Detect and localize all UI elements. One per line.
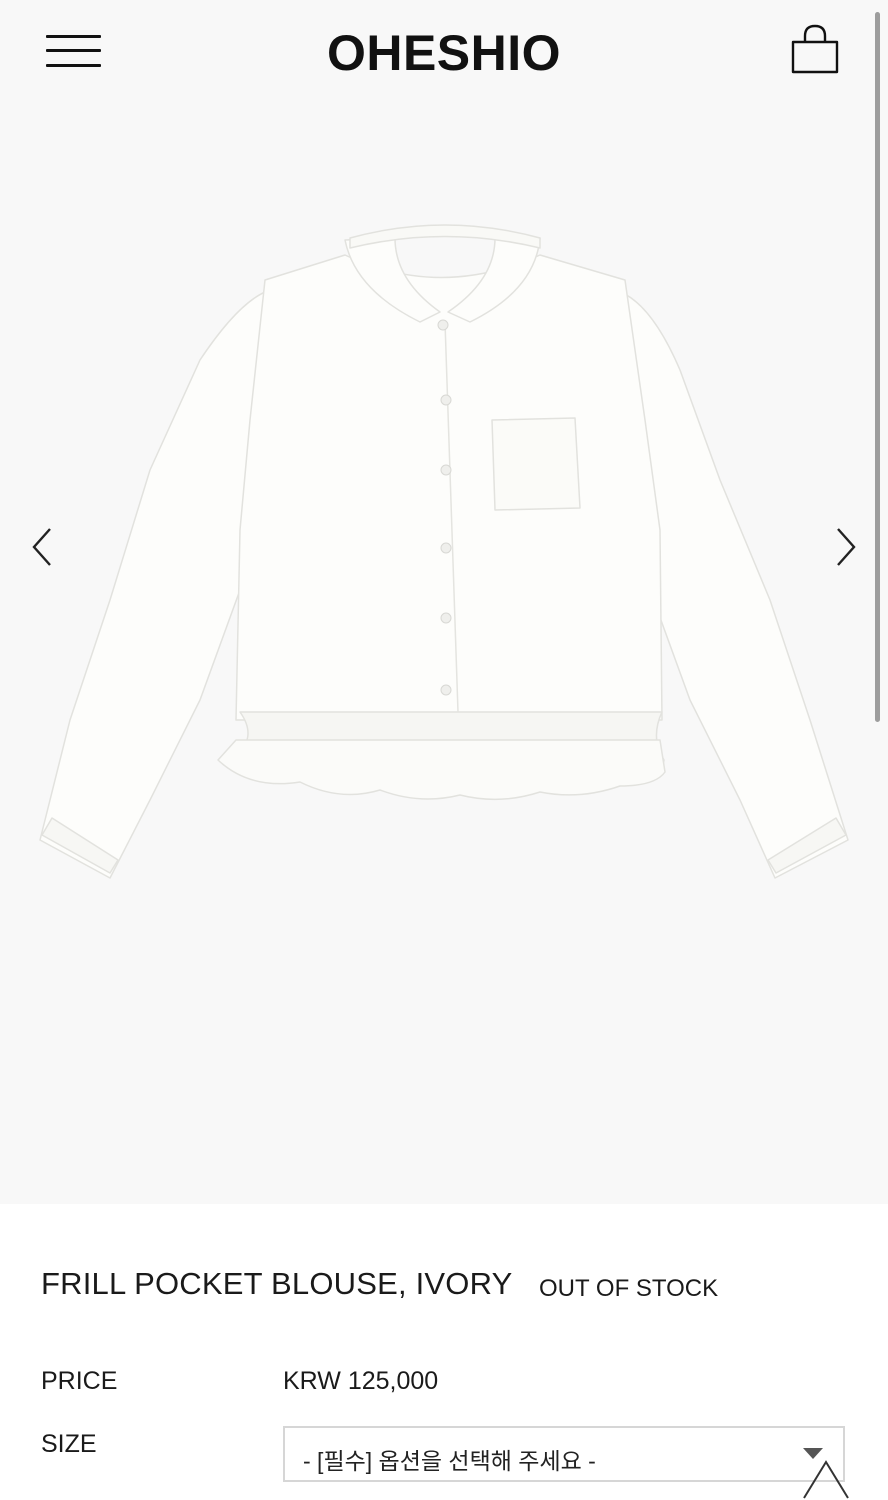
size-select[interactable]: - [필수] 옵션을 선택해 주세요 - bbox=[283, 1426, 845, 1482]
brand-logo[interactable]: OHESHIO bbox=[0, 24, 888, 82]
chevron-right-icon[interactable] bbox=[832, 522, 860, 572]
stock-status-badge: OUT OF STOCK bbox=[539, 1275, 719, 1302]
price-value: KRW 125,000 bbox=[283, 1367, 439, 1395]
shopping-bag-icon[interactable] bbox=[790, 24, 840, 76]
price-label: PRICE bbox=[41, 1367, 118, 1395]
site-header: OHESHIO bbox=[0, 0, 888, 104]
chevron-left-icon[interactable] bbox=[28, 522, 56, 572]
size-label: SIZE bbox=[41, 1430, 97, 1458]
page-scrollbar[interactable] bbox=[875, 12, 880, 722]
product-page: OHESHIO FRILL POCKET BLOUSE, IVORY OUT O… bbox=[0, 0, 888, 1500]
product-gallery: OHESHIO bbox=[0, 0, 888, 1204]
product-title: FRILL POCKET BLOUSE, IVORY bbox=[41, 1266, 513, 1301]
scroll-to-top-icon[interactable] bbox=[800, 1458, 852, 1500]
size-select-value: - [필수] 옵션을 선택해 주세요 - bbox=[303, 1448, 596, 1474]
product-image bbox=[39, 224, 849, 879]
